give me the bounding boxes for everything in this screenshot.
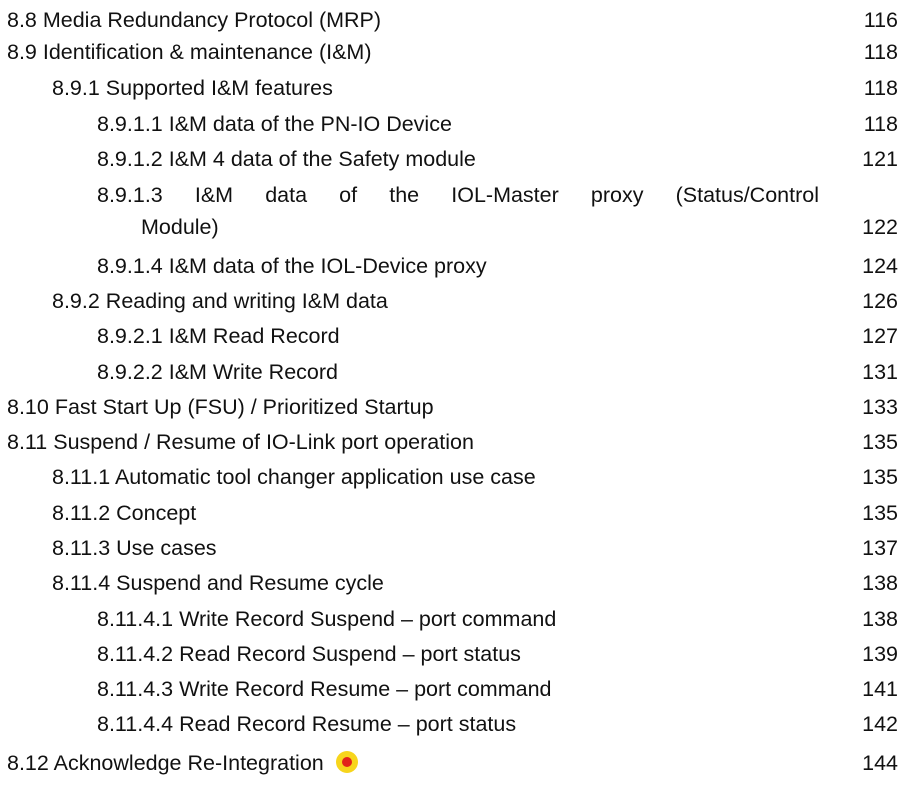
toc-entry-title[interactable]: 8.11.1 Automatic tool changer applicatio… [52, 461, 536, 493]
toc-entry-title[interactable]: 8.11.4.3 Write Record Resume – port comm… [97, 673, 552, 705]
toc-entry-title[interactable]: 8.11.4 Suspend and Resume cycle [52, 567, 384, 599]
toc-entry-title[interactable]: 8.11 Suspend / Resume of IO-Link port op… [7, 426, 474, 458]
toc-entry-title[interactable]: 8.12 Acknowledge Re-Integration [7, 747, 358, 779]
toc-entry-title[interactable]: 8.10 Fast Start Up (FSU) / Prioritized S… [7, 391, 434, 423]
toc-entry-page[interactable]: 118 [864, 36, 898, 68]
toc-entry-page[interactable]: 144 [862, 747, 898, 779]
toc-entry-page[interactable]: 131 [862, 356, 898, 388]
toc-entry-title[interactable]: 8.9.1.4 I&M data of the IOL-Device proxy [97, 250, 487, 282]
toc-entry-page[interactable]: 138 [862, 567, 898, 599]
toc-entry-title[interactable]: 8.9.1.3 I&M data of the IOL-Master proxy… [97, 179, 819, 243]
toc-entry-title[interactable]: 8.9.2.2 I&M Write Record [97, 356, 338, 388]
toc-entry-title[interactable]: 8.9.2 Reading and writing I&M data [52, 285, 388, 317]
toc-entry-title[interactable]: 8.11.3 Use cases [52, 532, 217, 564]
toc-entry-title[interactable]: 8.11.4.4 Read Record Resume – port statu… [97, 708, 516, 740]
toc-entry-title[interactable]: 8.8 Media Redundancy Protocol (MRP) [7, 4, 381, 36]
toc-entry-page[interactable]: 139 [862, 638, 898, 670]
toc-entry-title[interactable]: 8.11.4.2 Read Record Suspend – port stat… [97, 638, 521, 670]
toc-entry-page[interactable]: 124 [862, 250, 898, 282]
yellow-red-dot-icon [335, 751, 358, 773]
toc-entry-title[interactable]: 8.9 Identification & maintenance (I&M) [7, 36, 372, 68]
toc-entry-title-text: 8.12 Acknowledge Re-Integration [7, 751, 324, 775]
toc-entry-page[interactable]: 122 [862, 211, 898, 243]
toc-entry-page[interactable]: 138 [862, 603, 898, 635]
toc-entry-title[interactable]: 8.9.2.1 I&M Read Record [97, 320, 340, 352]
toc-entry-page[interactable]: 127 [862, 320, 898, 352]
toc-entry-title[interactable]: 8.9.1.2 I&M 4 data of the Safety module [97, 143, 476, 175]
toc-entry-page[interactable]: 121 [862, 143, 898, 175]
toc-entry-page[interactable]: 116 [864, 4, 898, 36]
toc-entry-page[interactable]: 126 [862, 285, 898, 317]
toc-entry-page[interactable]: 133 [862, 391, 898, 423]
toc-entry-page[interactable]: 135 [862, 497, 898, 529]
toc-entry-page[interactable]: 118 [864, 72, 898, 104]
toc-entry-title[interactable]: 8.11.2 Concept [52, 497, 196, 529]
toc-entry-page[interactable]: 142 [862, 708, 898, 740]
toc-entry-title[interactable]: 8.11.4.1 Write Record Suspend – port com… [97, 603, 556, 635]
toc-entry-page[interactable]: 118 [864, 108, 898, 140]
toc-entry-page[interactable]: 141 [862, 673, 898, 705]
toc-entry-title-line2: Module) [141, 215, 219, 239]
toc-entry-page[interactable]: 135 [862, 461, 898, 493]
toc-entry-title[interactable]: 8.9.1.1 I&M data of the PN-IO Device [97, 108, 452, 140]
toc-entry-page[interactable]: 135 [862, 426, 898, 458]
toc-entry-page[interactable]: 137 [862, 532, 898, 564]
toc-entry-title-line1: 8.9.1.3 I&M data of the IOL-Master proxy… [97, 183, 819, 207]
toc-entry-title[interactable]: 8.9.1 Supported I&M features [52, 72, 333, 104]
